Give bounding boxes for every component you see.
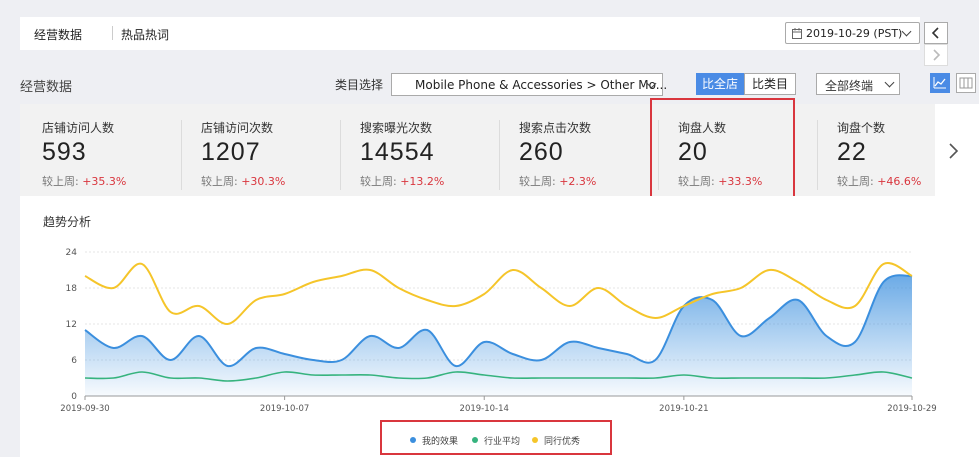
x-tick-label: 2019-10-07 <box>260 404 309 414</box>
x-tick-label: 2019-10-29 <box>887 404 936 414</box>
y-tick-label: 6 <box>71 356 77 366</box>
legend-dot <box>532 437 538 443</box>
chart-legend: 我的效果 行业平均 同行优秀 <box>380 420 612 455</box>
x-tick-label: 2019-09-30 <box>60 404 109 414</box>
legend-dot <box>410 437 416 443</box>
y-tick-label: 12 <box>66 320 77 330</box>
trend-chart: 0 6 12 18 24 2019-09-30 2019-10-07 2019-10-14 20… <box>60 248 936 414</box>
legend-item[interactable]: 行业平均 <box>472 434 520 447</box>
x-tick-label: 2019-10-14 <box>460 404 509 414</box>
legend-item[interactable]: 同行优秀 <box>532 434 580 447</box>
x-tick-label: 2019-10-21 <box>659 404 708 414</box>
y-tick-label: 0 <box>71 392 77 402</box>
y-tick-label: 18 <box>66 284 78 294</box>
legend-dot <box>472 437 478 443</box>
legend-item[interactable]: 我的效果 <box>410 434 458 447</box>
y-tick-label: 24 <box>66 248 78 258</box>
